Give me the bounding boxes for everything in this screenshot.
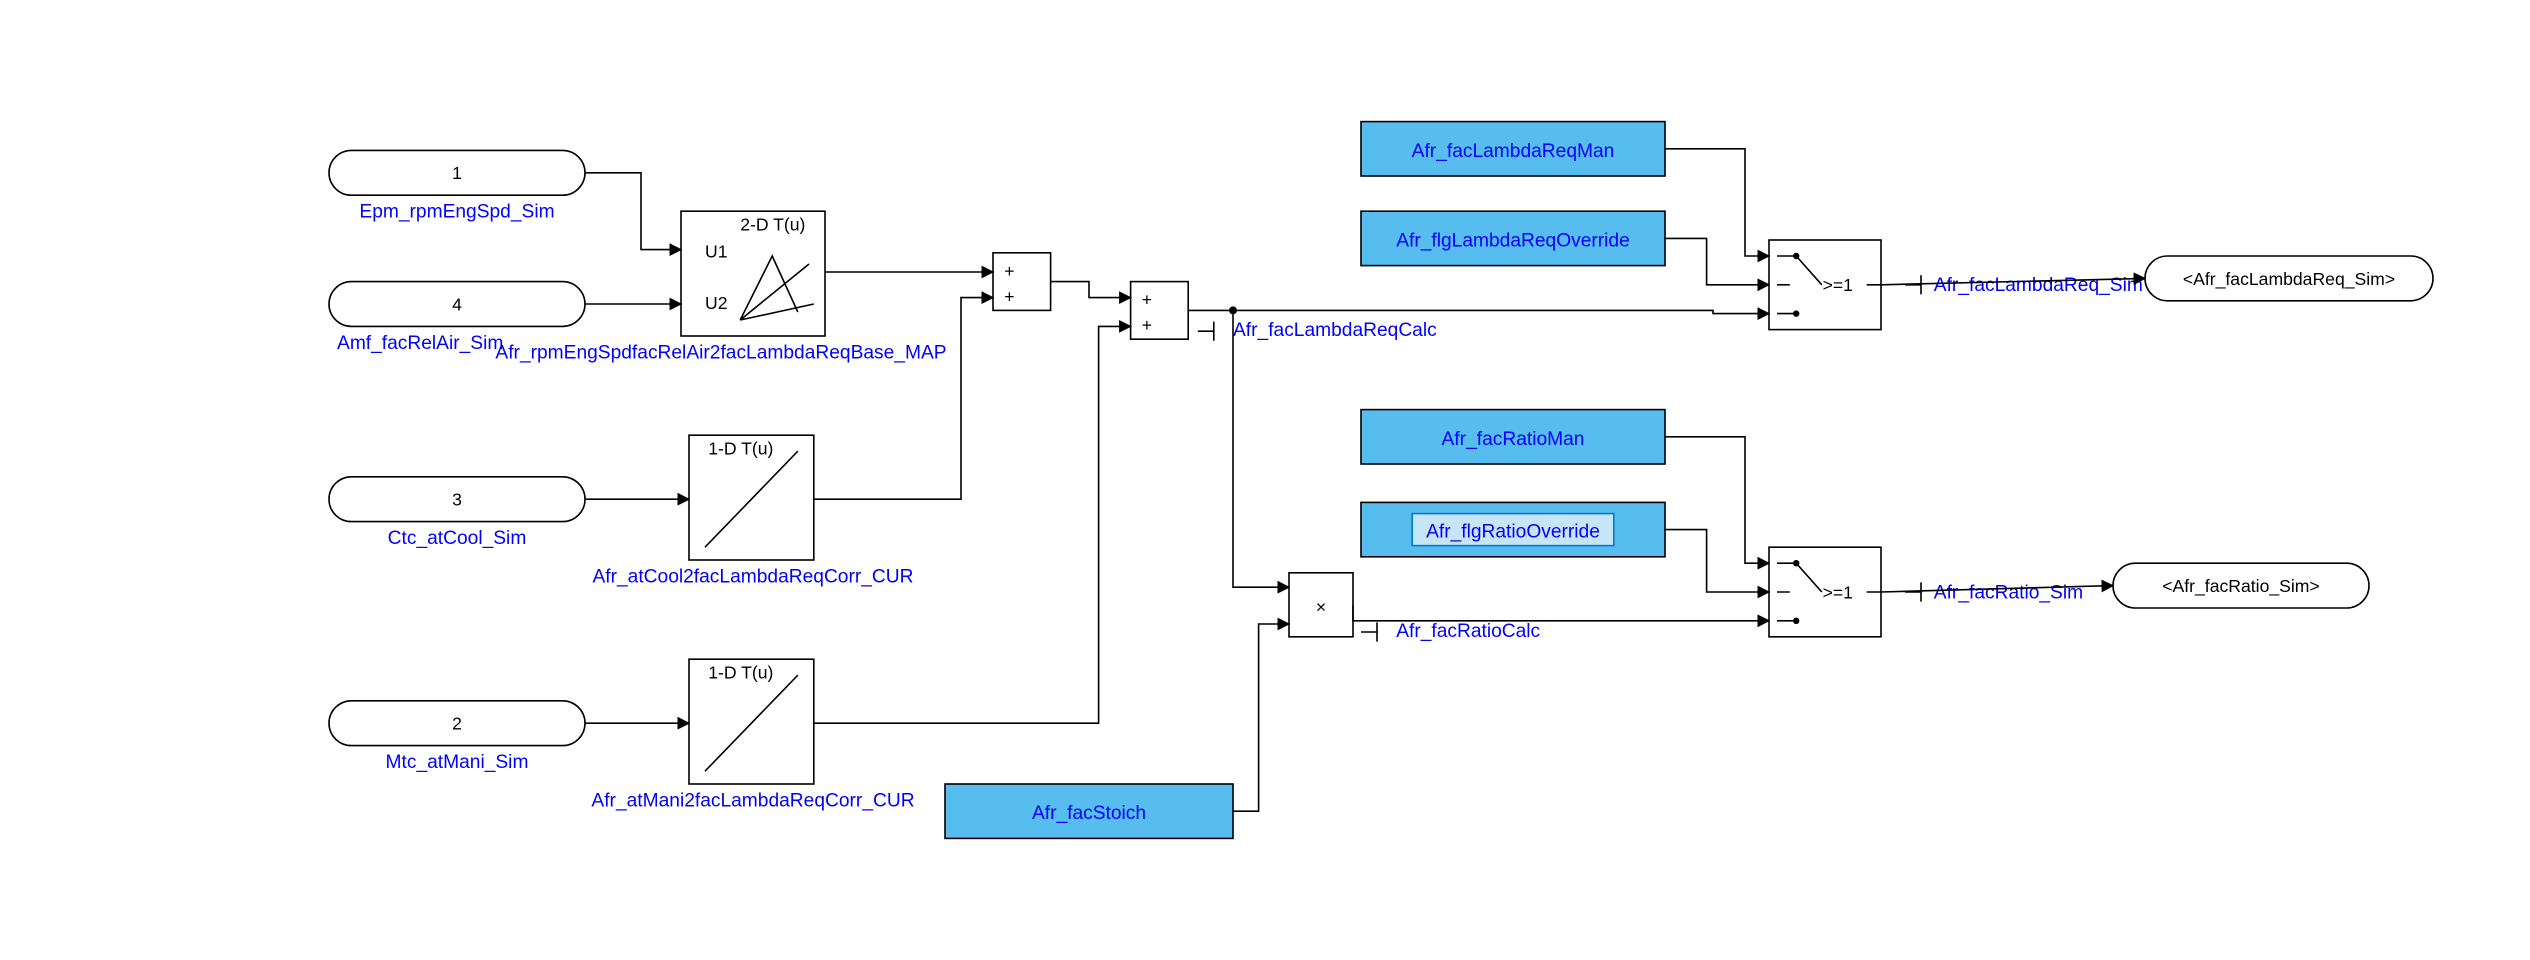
sum-plus-1a: + [1004,261,1014,281]
switch-2-crit: >=1 [1823,582,1853,602]
lookup-1d-a-block[interactable]: 1-D T(u) Afr_atCool2facLambdaReqCorr_CUR [592,435,913,587]
switch-block-1[interactable]: >=1 [1769,240,1881,330]
lookup-2d-title: 2-D T(u) [740,214,805,234]
sig-lambdareq: Afr_facLambdaReq_Sim [1934,275,2143,296]
const-flgLambdaReqOverride[interactable]: Afr_flgLambdaReqOverride [1361,211,1665,265]
const-facLambdaReqMan[interactable]: Afr_facLambdaReqMan [1361,122,1665,176]
inport-2-label: Mtc_atMani_Sim [386,752,529,773]
lookup-2d-u2: U2 [705,293,728,313]
sig-lambdareqcalc: Afr_facLambdaReqCalc [1233,320,1437,341]
outport-1-label: <Afr_facLambdaReq_Sim> [2183,269,2395,290]
sum-block-1[interactable]: + + [993,253,1051,311]
switch-block-2[interactable]: >=1 [1769,547,1881,637]
inport-3-num: 3 [452,490,462,510]
inport-1-label: Epm_rpmEngSpd_Sim [359,202,554,223]
inport-4-label: Amf_facRelAir_Sim [337,333,503,354]
outport-1[interactable]: <Afr_facLambdaReq_Sim> [2145,256,2433,301]
inport-2-num: 2 [452,714,462,734]
sig-ratio: Afr_facRatio_Sim [1934,582,2083,603]
sig-ratiocalc: Afr_facRatioCalc [1396,621,1540,642]
lookup-1d-a-title: 1-D T(u) [708,438,773,458]
product-op: × [1316,597,1326,617]
lookup-2d-label: Afr_rpmEngSpdfacRelAir2facLambdaReqBase_… [495,342,946,363]
outport-2[interactable]: <Afr_facRatio_Sim> [2113,563,2369,608]
inport-3[interactable]: 3 Ctc_atCool_Sim [329,477,585,549]
lookup-1d-b-label: Afr_atMani2facLambdaReqCorr_CUR [591,790,914,811]
outport-2-label: <Afr_facRatio_Sim> [2162,576,2319,597]
sum-plus-2b: + [1142,315,1152,335]
inport-1-num: 1 [452,163,462,183]
sum-block-2[interactable]: + + [1131,282,1189,340]
const-c1-label: Afr_facLambdaReqMan [1412,141,1615,162]
const-facRatioMan[interactable]: Afr_facRatioMan [1361,410,1665,464]
const-flgRatioOverride[interactable]: Afr_flgRatioOverride [1361,502,1665,556]
inport-3-label: Ctc_atCool_Sim [388,528,527,549]
sum-plus-2a: + [1142,290,1152,310]
sum-plus-1b: + [1004,286,1014,306]
lookup-1d-a-label: Afr_atCool2facLambdaReqCorr_CUR [592,566,913,587]
switch-1-crit: >=1 [1823,275,1853,295]
inport-2[interactable]: 2 Mtc_atMani_Sim [329,701,585,773]
const-facStoich[interactable]: Afr_facStoich [945,784,1233,838]
lookup-1d-b-block[interactable]: 1-D T(u) Afr_atMani2facLambdaReqCorr_CUR [591,659,914,811]
const-c4-label: Afr_flgRatioOverride [1426,522,1600,543]
const-c2-label: Afr_flgLambdaReqOverride [1396,230,1630,251]
const-c5-label: Afr_facStoich [1032,803,1146,824]
lookup-2d-u1: U1 [705,242,728,262]
inport-1[interactable]: 1 Epm_rpmEngSpd_Sim [329,150,585,222]
product-block[interactable]: × [1289,573,1353,637]
const-c3-label: Afr_facRatioMan [1442,429,1585,450]
lookup-1d-b-title: 1-D T(u) [708,662,773,682]
inport-4-num: 4 [452,294,462,314]
